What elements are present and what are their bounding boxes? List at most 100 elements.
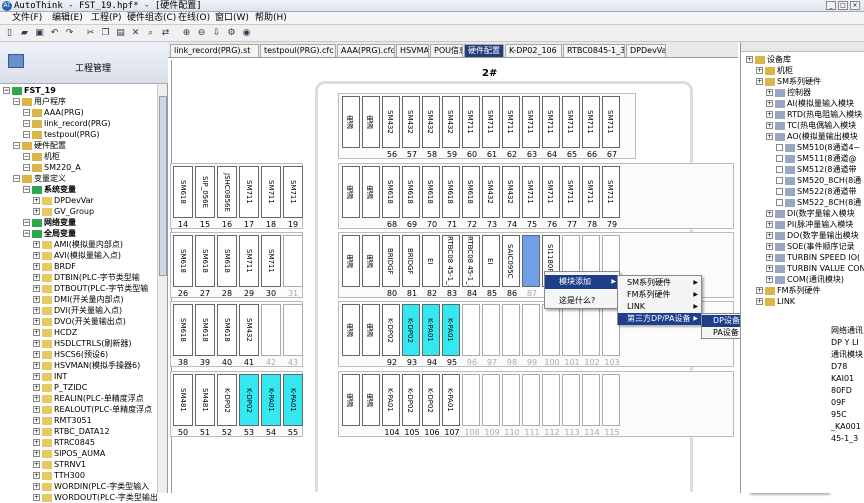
module-slot[interactable]: 电源 bbox=[342, 96, 360, 148]
module-slot[interactable]: SM618 bbox=[217, 304, 237, 356]
tree-node[interactable]: + HCDZ bbox=[33, 327, 77, 338]
tree-node[interactable]: + INT bbox=[33, 371, 67, 382]
menu-item[interactable]: 窗口(W) bbox=[215, 12, 249, 25]
expand-icon[interactable]: + bbox=[33, 450, 40, 457]
expand-icon[interactable]: + bbox=[33, 494, 40, 501]
module-slot[interactable] bbox=[283, 304, 303, 356]
module-slot[interactable]: 电源 bbox=[342, 235, 360, 287]
library-node[interactable]: + TURBIN VALUE CON bbox=[766, 263, 864, 274]
library-node[interactable]: SM522(8通道带 bbox=[776, 186, 856, 197]
module-slot[interactable]: BRIDGF bbox=[402, 235, 420, 287]
expand-icon[interactable]: + bbox=[33, 395, 40, 402]
module-slot[interactable]: SM618 bbox=[422, 166, 440, 218]
library-node[interactable]: + TURBIN SPEED IO( bbox=[766, 252, 860, 263]
tree-node[interactable]: + REALIN(PLC-单精度浮点 bbox=[33, 393, 144, 404]
library-node[interactable]: + TC(热电偶输入模块 bbox=[766, 120, 856, 131]
tree-node[interactable]: − 网络变量 bbox=[23, 217, 76, 228]
expand-icon[interactable]: + bbox=[746, 56, 753, 63]
module-slot[interactable]: 电源 bbox=[342, 374, 360, 426]
expand-icon[interactable]: + bbox=[766, 221, 773, 228]
zoom-in-icon[interactable]: ⊕ bbox=[181, 28, 192, 39]
library-node[interactable]: + SOE(事件顺序记录 bbox=[766, 241, 855, 252]
library-node[interactable]: SM510(8通道4~ bbox=[776, 142, 860, 153]
tree-node[interactable]: + GV_Group bbox=[33, 206, 94, 217]
module-slot[interactable]: SM618 bbox=[442, 166, 460, 218]
module-slot[interactable]: K-PA01 bbox=[442, 304, 460, 356]
module-slot[interactable]: SM432 bbox=[239, 304, 259, 356]
module-slot[interactable] bbox=[542, 374, 560, 426]
tree-node[interactable]: + REALOUT(PLC-单精度浮点 bbox=[33, 404, 152, 415]
module-slot[interactable]: SIP_056E bbox=[195, 166, 215, 218]
module-slot[interactable]: K-PA01 bbox=[382, 374, 400, 426]
expand-icon[interactable]: + bbox=[766, 133, 773, 140]
expand-icon[interactable]: + bbox=[756, 287, 763, 294]
module-slot[interactable]: SM711 bbox=[542, 96, 560, 148]
module-slot[interactable]: SM711 bbox=[482, 96, 500, 148]
expand-icon[interactable]: + bbox=[33, 263, 40, 270]
expand-icon[interactable] bbox=[776, 199, 783, 206]
module-slot[interactable]: SM711 bbox=[542, 166, 560, 218]
paste-icon[interactable]: ▤ bbox=[115, 28, 126, 39]
menu-item[interactable]: 文件(F) bbox=[12, 12, 42, 25]
expand-icon[interactable] bbox=[776, 188, 783, 195]
expand-icon[interactable]: + bbox=[33, 417, 40, 424]
tree-node[interactable]: − link_record(PRG) bbox=[23, 118, 111, 129]
new-icon[interactable]: ▯ bbox=[4, 28, 15, 39]
expand-icon[interactable]: + bbox=[756, 298, 763, 305]
tree-node[interactable]: + AVI(模拟量输入点) bbox=[33, 250, 121, 261]
library-node[interactable]: + DO(数字量输出模块 bbox=[766, 230, 859, 241]
maximize-icon[interactable]: □ bbox=[838, 1, 848, 10]
tree-node[interactable]: + TTH300 bbox=[33, 470, 85, 481]
tree-node[interactable]: + SIPOS_AUMA bbox=[33, 448, 105, 459]
tree-node[interactable]: − 变量定义 bbox=[13, 173, 66, 184]
project-tree-scrollbar[interactable] bbox=[157, 84, 167, 493]
module-slot[interactable] bbox=[482, 374, 500, 426]
module-slot[interactable]: K-PA01 bbox=[283, 374, 303, 426]
module-slot[interactable]: K-DP02 bbox=[239, 374, 259, 426]
expand-icon[interactable]: − bbox=[23, 131, 30, 138]
close-icon[interactable]: × bbox=[850, 1, 860, 10]
module-slot[interactable]: 电源 bbox=[362, 374, 380, 426]
expand-icon[interactable]: + bbox=[766, 111, 773, 118]
tab-item[interactable]: AAA(PRG).cfc bbox=[337, 44, 395, 57]
module-slot[interactable] bbox=[582, 304, 600, 356]
module-slot[interactable]: SAIC095C bbox=[502, 235, 520, 287]
expand-icon[interactable]: + bbox=[33, 428, 40, 435]
tab-item[interactable]: testpoul(PRG).cfc bbox=[260, 44, 336, 57]
menu-item[interactable]: 帮助(H) bbox=[255, 12, 287, 25]
expand-icon[interactable]: + bbox=[33, 329, 40, 336]
tree-node[interactable]: + BRDF bbox=[33, 261, 76, 272]
expand-icon[interactable]: + bbox=[766, 100, 773, 107]
library-node[interactable]: SM511(8通道@ bbox=[776, 153, 856, 164]
module-slot[interactable] bbox=[522, 235, 540, 287]
expand-icon[interactable]: + bbox=[766, 243, 773, 250]
delete-icon[interactable]: ✕ bbox=[130, 28, 141, 39]
tree-node[interactable]: + WORDOUT(PLC-字类型输出 bbox=[33, 492, 158, 503]
tree-node[interactable]: − 用户程序 bbox=[13, 96, 66, 107]
module-slot[interactable]: RTBC08 45-1_3 bbox=[462, 235, 480, 287]
library-node[interactable]: + DI(数字量输入模块 bbox=[766, 208, 855, 219]
library-node[interactable]: + 设备库 bbox=[746, 54, 791, 65]
library-node[interactable]: + 机柜 bbox=[756, 65, 793, 76]
tab-item[interactable]: 硬件配置 bbox=[464, 44, 504, 57]
expand-icon[interactable]: + bbox=[33, 307, 40, 314]
library-node[interactable]: + AI(模拟量输入模块 bbox=[766, 98, 854, 109]
tree-node[interactable]: + HSCS6(预设6) bbox=[33, 349, 108, 360]
expand-icon[interactable]: + bbox=[766, 276, 773, 283]
module-slot[interactable]: SM618 bbox=[173, 166, 193, 218]
menu-item[interactable]: 编辑(E) bbox=[52, 12, 83, 25]
module-slot[interactable]: BRIDGF bbox=[382, 235, 400, 287]
expand-icon[interactable]: + bbox=[33, 406, 40, 413]
module-slot[interactable]: K-DP02 bbox=[382, 304, 400, 356]
module-slot[interactable]: EI bbox=[422, 235, 440, 287]
module-slot[interactable]: SM711 bbox=[239, 166, 259, 218]
module-slot[interactable] bbox=[462, 374, 480, 426]
library-node[interactable]: + LINK bbox=[756, 296, 795, 307]
module-slot[interactable]: SM481 bbox=[173, 374, 193, 426]
menu-item[interactable]: 硬件组态(C) bbox=[127, 12, 176, 25]
module-slot[interactable]: SM618 bbox=[217, 235, 237, 287]
module-slot[interactable]: K-PA01 bbox=[261, 374, 281, 426]
expand-icon[interactable]: − bbox=[23, 219, 30, 226]
module-slot[interactable]: K-PA01 bbox=[422, 304, 440, 356]
module-slot[interactable] bbox=[522, 304, 540, 356]
